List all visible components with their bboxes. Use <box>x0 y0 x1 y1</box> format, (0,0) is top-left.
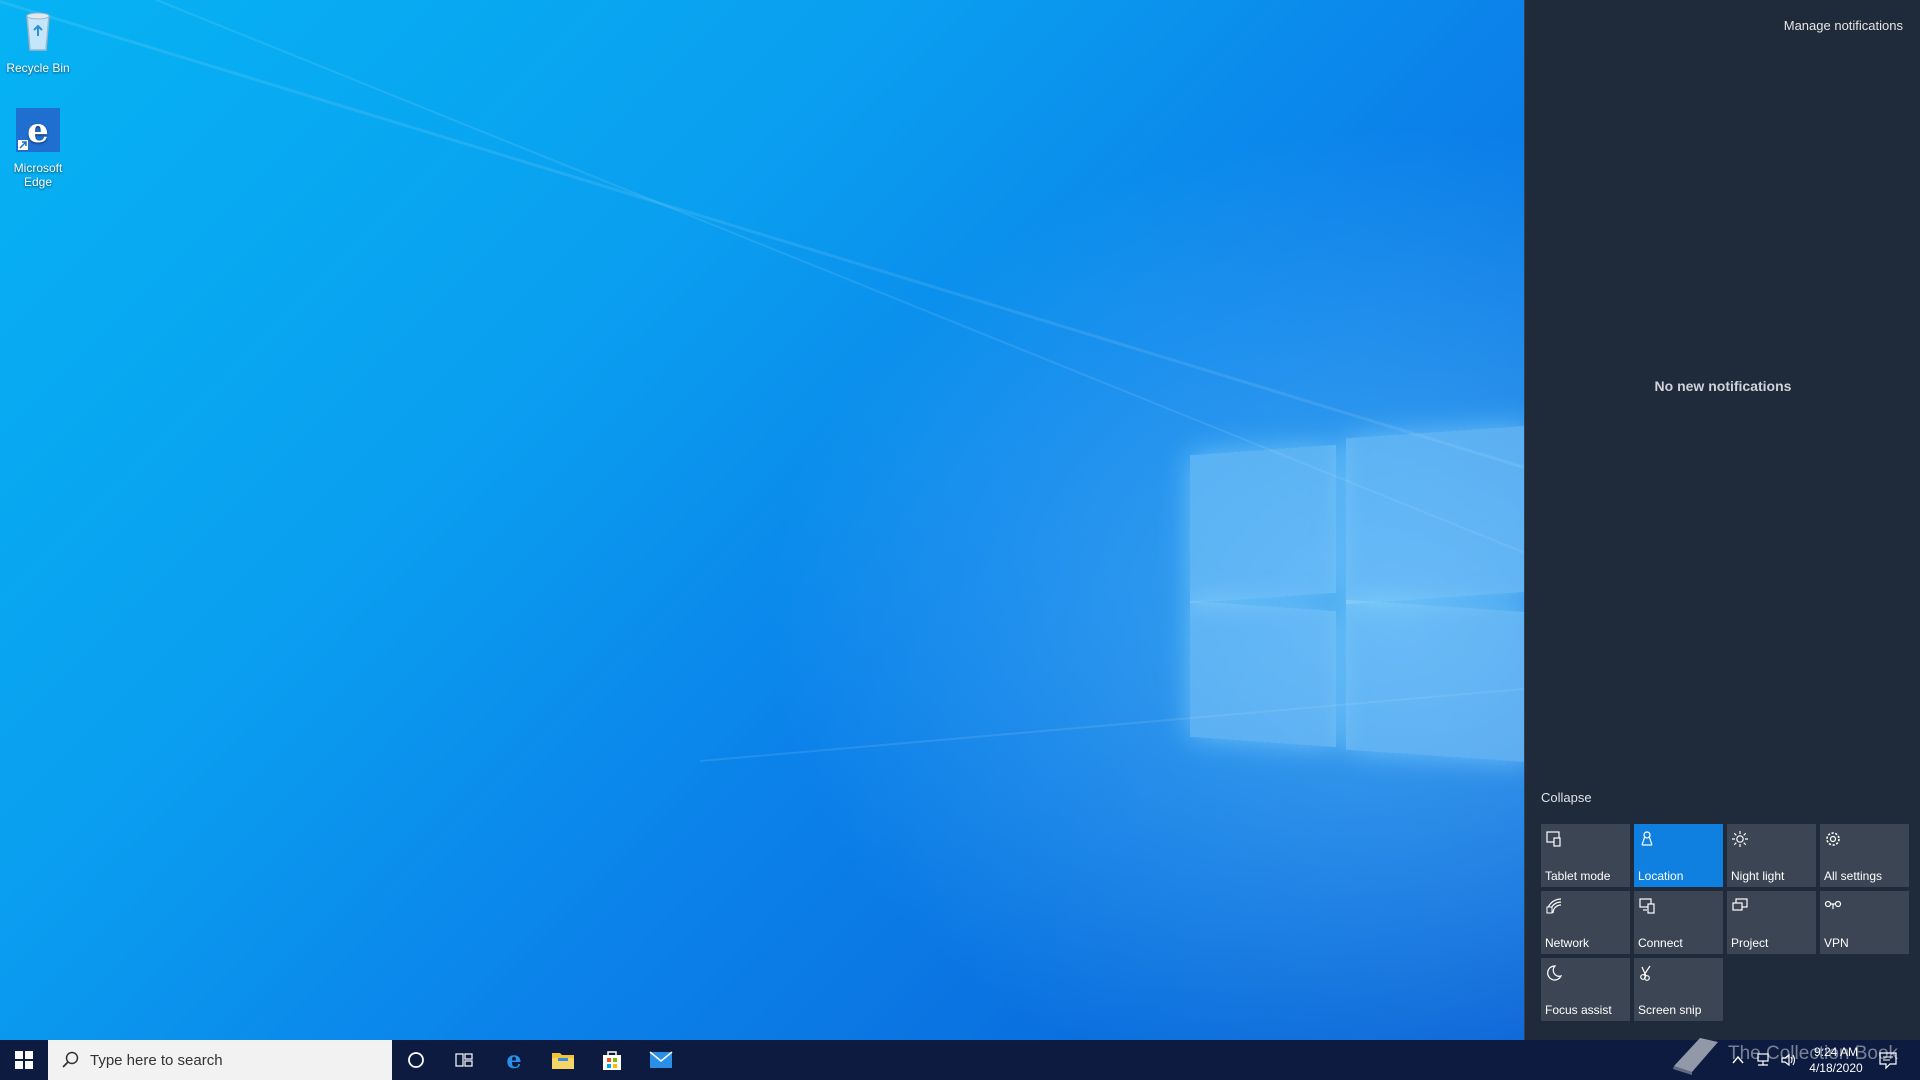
action-center: Manage notifications No new notification… <box>1524 0 1920 1040</box>
desktop: Recycle Bin e Microsoft Edge <box>0 0 1524 1040</box>
store-bag-icon <box>603 1051 621 1070</box>
quick-action-label: VPN <box>1824 936 1849 950</box>
quick-action-location[interactable]: Location <box>1634 824 1723 887</box>
system-tray <box>1730 1040 1798 1080</box>
gear-icon <box>1826 832 1840 846</box>
taskbar-edge-button[interactable]: e <box>490 1040 538 1080</box>
taskbar: Type here to search e 9:24 AM 4/18/2020 <box>0 1040 1920 1080</box>
quick-action-focus-assist[interactable]: Focus assist <box>1541 958 1630 1021</box>
quick-action-label: Network <box>1545 936 1590 950</box>
mail-icon <box>649 1051 673 1068</box>
desktop-icon-microsoft-edge[interactable]: e Microsoft Edge <box>0 106 76 189</box>
recycle-bin-icon <box>26 12 50 51</box>
quick-action-label: Location <box>1638 869 1684 883</box>
no-notifications-text: No new notifications <box>1654 378 1792 394</box>
windows-logo-icon <box>15 1051 33 1069</box>
quick-action-connect[interactable]: Connect <box>1634 891 1723 954</box>
location-icon <box>1641 831 1653 846</box>
tablet-mode-icon <box>1546 831 1561 847</box>
collapse-link[interactable]: Collapse <box>1541 790 1592 805</box>
quick-action-tablet-mode[interactable]: Tablet mode <box>1541 824 1630 887</box>
task-view-button[interactable] <box>440 1040 488 1080</box>
project-icon <box>1732 898 1748 911</box>
quick-action-label: All settings <box>1824 869 1883 883</box>
quick-action-label: Project <box>1731 936 1769 950</box>
folder-icon <box>552 1053 574 1069</box>
edge-icon: e <box>506 1048 521 1072</box>
chevron-up-icon[interactable] <box>1730 1052 1746 1068</box>
taskbar-store-button[interactable] <box>588 1040 636 1080</box>
quick-action-label: Night light <box>1731 869 1785 883</box>
quick-action-screen-snip[interactable]: Screen snip <box>1634 958 1723 1021</box>
quick-action-label: Screen snip <box>1638 1003 1702 1017</box>
taskbar-mail-button[interactable] <box>637 1040 685 1080</box>
task-view-icon <box>455 1053 473 1067</box>
network-icon <box>1546 898 1562 914</box>
quick-action-project[interactable]: Project <box>1727 891 1816 954</box>
windows-logo-wallpaper <box>1190 420 1524 780</box>
screen-snip-icon <box>1640 965 1651 981</box>
quick-action-night-light[interactable]: Night light <box>1727 824 1816 887</box>
moon-icon <box>1547 965 1563 981</box>
svg-text:e: e <box>27 111 49 151</box>
taskbar-file-explorer-button[interactable] <box>539 1040 587 1080</box>
quick-actions: Tablet mode Location Night light All set… <box>1541 824 1909 1021</box>
volume-icon[interactable] <box>1780 1052 1798 1068</box>
quick-action-label: Tablet mode <box>1545 869 1611 883</box>
quick-action-network[interactable]: Network <box>1541 891 1630 954</box>
clock-date: 4/18/2020 <box>1809 1061 1863 1075</box>
taskbar-clock[interactable]: 9:24 AM 4/18/2020 <box>1800 1044 1872 1076</box>
search-placeholder: Type here to search <box>90 1051 223 1069</box>
quick-action-vpn[interactable]: VPN <box>1820 891 1909 954</box>
cortana-circle-icon <box>408 1052 424 1068</box>
svg-text:e: e <box>506 1048 521 1072</box>
quick-action-label: Focus assist <box>1545 1003 1612 1017</box>
desktop-icon-label: Microsoft Edge <box>13 161 63 189</box>
connect-icon <box>1639 898 1655 914</box>
quick-action-label: Connect <box>1638 936 1683 950</box>
desktop-icon-recycle-bin[interactable]: Recycle Bin <box>0 6 76 75</box>
search-icon <box>62 1051 79 1068</box>
network-tray-icon[interactable] <box>1754 1052 1772 1068</box>
night-light-icon <box>1732 831 1748 847</box>
desktop-icon-label: Recycle Bin <box>6 61 70 75</box>
cortana-button[interactable] <box>392 1040 440 1080</box>
notification-icon <box>1879 1052 1897 1070</box>
taskbar-search-box[interactable]: Type here to search <box>48 1040 392 1080</box>
action-center-button[interactable] <box>1864 1040 1912 1080</box>
quick-action-all-settings[interactable]: All settings <box>1820 824 1909 887</box>
manage-notifications-link[interactable]: Manage notifications <box>1784 18 1903 33</box>
start-button[interactable] <box>0 1040 48 1080</box>
clock-time: 9:24 AM <box>1813 1045 1859 1059</box>
vpn-icon <box>1824 900 1842 909</box>
edge-icon: e <box>16 108 60 152</box>
